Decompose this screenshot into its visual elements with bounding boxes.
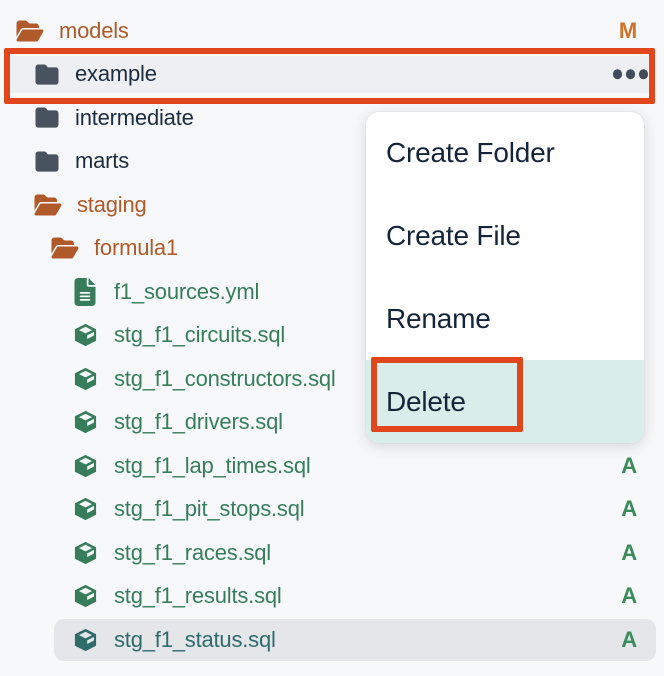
file-name: stg_f1_results.sql — [114, 583, 282, 609]
folder-icon — [34, 150, 60, 173]
git-status-badge-added: A — [621, 540, 637, 566]
model-file-icon — [72, 626, 99, 654]
tree-item-stg-f1-results[interactable]: stg_f1_results.sql A — [0, 575, 664, 619]
git-status-badge-added: A — [621, 453, 637, 479]
model-file-icon — [72, 582, 99, 610]
model-file-icon — [72, 365, 99, 393]
tree-item-stg-f1-status[interactable]: stg_f1_status.sql A — [0, 618, 664, 662]
file-name: stg_f1_races.sql — [114, 540, 271, 566]
menu-item-create-folder[interactable]: Create Folder — [366, 112, 644, 195]
file-name: stg_f1_circuits.sql — [114, 322, 285, 348]
folder-open-icon — [34, 193, 62, 217]
tree-item-stg-f1-pit-stops[interactable]: stg_f1_pit_stops.sql A — [0, 488, 664, 532]
file-name: stg_f1_constructors.sql — [114, 366, 336, 392]
tree-item-stg-f1-lap-times[interactable]: stg_f1_lap_times.sql A — [0, 444, 664, 488]
file-name: f1_sources.yml — [114, 279, 259, 305]
tree-item-example[interactable]: example — [0, 53, 664, 97]
tree-item-models[interactable]: models M — [0, 9, 664, 53]
git-status-badge-added: A — [621, 583, 637, 609]
file-name: stg_f1_drivers.sql — [114, 409, 283, 435]
folder-name: staging — [77, 192, 147, 218]
context-menu: Create Folder Create File Rename Delete — [366, 112, 644, 443]
model-file-icon — [72, 452, 99, 480]
tree-item-stg-f1-races[interactable]: stg_f1_races.sql A — [0, 531, 664, 575]
git-status-badge-modified: M — [619, 18, 637, 44]
file-name: stg_f1_status.sql — [114, 627, 276, 653]
file-name: stg_f1_pit_stops.sql — [114, 496, 304, 522]
folder-name: intermediate — [75, 105, 194, 131]
file-name: stg_f1_lap_times.sql — [114, 453, 311, 479]
folder-name: marts — [75, 148, 129, 174]
menu-item-delete[interactable]: Delete — [366, 360, 644, 443]
ellipsis-menu-icon[interactable] — [613, 70, 649, 80]
git-status-badge-added: A — [621, 496, 637, 522]
folder-name: models — [59, 18, 129, 44]
menu-item-rename[interactable]: Rename — [366, 278, 644, 361]
folder-name: example — [75, 61, 157, 87]
model-file-icon — [72, 321, 99, 349]
menu-item-create-file[interactable]: Create File — [366, 195, 644, 278]
model-file-icon — [72, 495, 99, 523]
folder-icon — [34, 106, 60, 129]
file-explorer-panel: models M example intermediate marts stag… — [0, 0, 664, 676]
folder-name: formula1 — [94, 235, 178, 261]
model-file-icon — [72, 408, 99, 436]
model-file-icon — [72, 539, 99, 567]
yaml-file-icon — [74, 278, 96, 306]
folder-open-icon — [51, 236, 79, 260]
git-status-badge-added: A — [621, 627, 637, 653]
folder-open-icon — [16, 19, 44, 43]
folder-icon — [34, 63, 60, 86]
